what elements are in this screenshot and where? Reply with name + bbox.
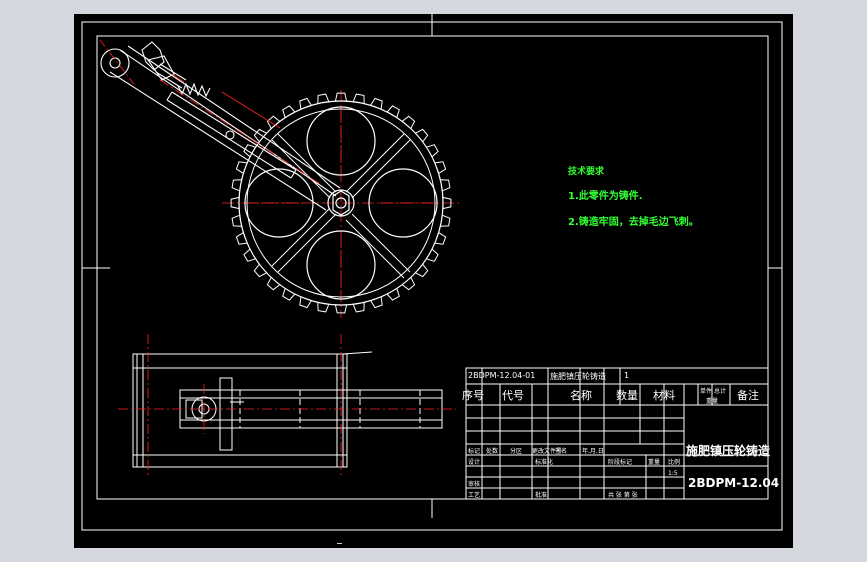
tech-req-item-2: 2.铸造牢固，去掉毛边飞刺。 bbox=[568, 217, 699, 228]
header-qty: 数量 bbox=[616, 389, 638, 402]
parts-row-code: 2BDPM-12.04-01 bbox=[468, 371, 536, 380]
header-total: 总计 bbox=[714, 388, 727, 395]
sheets-label: 共 张 第 张 bbox=[608, 492, 638, 499]
side-view bbox=[132, 351, 443, 468]
sign-label-1: 标记 bbox=[468, 448, 481, 455]
sign-label-3: 分区 bbox=[510, 448, 523, 455]
approve-label: 批准 bbox=[535, 492, 548, 499]
parts-row-name: 施肥镇压轮铸造 bbox=[550, 372, 606, 381]
scale-value: 1:5 bbox=[668, 470, 678, 477]
sheet-frame bbox=[81, 14, 783, 531]
sign-label-5: 签名 bbox=[555, 448, 568, 455]
technical-requirements: 技术要求 1.此零件为铸件. 2.铸造牢固，去掉毛边飞刺。 bbox=[568, 164, 699, 239]
ratio-label: 比例 bbox=[668, 459, 681, 466]
cursor-indicator bbox=[337, 543, 342, 544]
header-unit: 单件 bbox=[700, 388, 713, 395]
header-code: 代号 bbox=[502, 389, 524, 402]
weight-label: 重量 bbox=[648, 459, 661, 466]
header-material: 材料 bbox=[653, 389, 675, 402]
tech-req-title: 技术要求 bbox=[568, 167, 605, 177]
sign-label-2: 处数 bbox=[486, 448, 499, 455]
header-seq: 序号 bbox=[462, 389, 484, 402]
lever-arm bbox=[100, 41, 341, 211]
header-remark: 备注 bbox=[737, 389, 759, 402]
sign-label-6: 年.月.日 bbox=[582, 448, 604, 455]
row-label-process: 工艺 bbox=[468, 492, 481, 499]
header-weight: 重量 bbox=[706, 398, 719, 405]
arm-dimensions bbox=[99, 39, 321, 185]
std-label: 标准化 bbox=[535, 459, 554, 466]
header-name: 名称 bbox=[570, 389, 592, 402]
drawing-number: 2BDPM-12.04 bbox=[688, 476, 780, 490]
parts-row-qty: 1 bbox=[624, 371, 630, 380]
stage-mark-label: 阶段标记 bbox=[608, 459, 633, 466]
wheel-centerlines bbox=[222, 90, 462, 318]
part-name-title: 施肥镇压轮铸造 bbox=[686, 444, 771, 458]
pressing-wheel-view bbox=[222, 90, 462, 318]
row-label-review: 审核 bbox=[468, 481, 481, 488]
tech-req-item-1: 1.此零件为铸件. bbox=[568, 191, 643, 202]
row-label-design: 设计 bbox=[468, 459, 481, 466]
